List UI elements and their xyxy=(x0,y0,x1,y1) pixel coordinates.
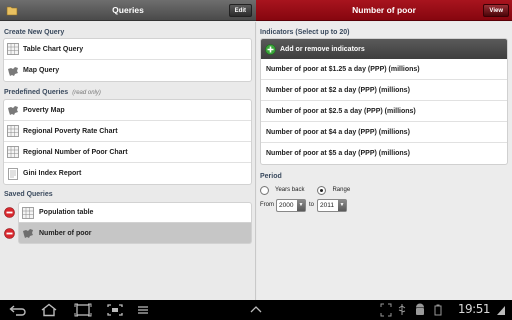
screenshot-icon[interactable] xyxy=(106,303,124,317)
indicators-header: Indicators (Select up to 20) xyxy=(260,29,350,36)
indicators-list: Add or remove indicators Number of poor … xyxy=(260,38,508,165)
table-chart-icon xyxy=(7,146,19,158)
home-icon[interactable] xyxy=(40,303,58,317)
to-label: to xyxy=(309,202,315,208)
queries-title-bar: Queries Edit xyxy=(0,0,256,21)
range-selectors: From 2000 ▼ to 2011 ▼ xyxy=(260,198,348,212)
screenshot-notification-icon xyxy=(380,303,392,317)
wifi-signal-icon xyxy=(497,306,505,315)
item-label: Regional Number of Poor Chart xyxy=(23,148,128,156)
delete-icon[interactable] xyxy=(4,228,15,239)
map-query-item[interactable]: Map Query xyxy=(4,60,251,81)
from-year-select[interactable]: 2000 ▼ xyxy=(276,198,306,212)
poverty-map-item[interactable]: Poverty Map xyxy=(4,100,251,121)
item-label: Poverty Map xyxy=(23,106,65,114)
item-label: Number of poor xyxy=(39,229,92,237)
usb-icon xyxy=(398,304,406,315)
item-label: Population table xyxy=(39,209,94,216)
edit-button[interactable]: Edit xyxy=(228,4,252,17)
regional-number-of-poor-chart-item[interactable]: Regional Number of Poor Chart xyxy=(4,142,251,163)
map-icon xyxy=(8,66,18,76)
add-remove-indicators-button[interactable]: Add or remove indicators xyxy=(261,39,507,59)
system-nav-bar: 19:51 xyxy=(0,300,512,320)
add-indicators-label: Add or remove indicators xyxy=(280,45,365,53)
indicator-item[interactable]: Number of poor at $4 a day (PPP) (millio… xyxy=(261,122,507,143)
to-year-select[interactable]: 2011 ▼ xyxy=(317,198,348,212)
gini-index-report-item[interactable]: Gini Index Report xyxy=(4,163,251,184)
dropdown-arrow-icon: ▼ xyxy=(297,199,305,211)
range-label: Range xyxy=(332,187,351,193)
table-chart-icon xyxy=(22,206,34,219)
view-button[interactable]: View xyxy=(483,4,509,17)
create-query-group: Table Chart Query Map Query xyxy=(3,38,252,82)
indicator-item[interactable]: Number of poor at $2 a day (PPP) (millio… xyxy=(261,80,507,101)
range-radio[interactable] xyxy=(317,185,327,195)
period-header: Period xyxy=(260,173,282,180)
item-label: Map Query xyxy=(23,67,60,74)
query-detail-panel: Indicators (Select up to 20) Add or remo… xyxy=(257,22,512,300)
dropdown-arrow-icon: ▼ xyxy=(338,199,347,211)
sync-icon xyxy=(434,304,442,316)
years-back-radio[interactable] xyxy=(260,185,269,195)
indicator-item[interactable]: Number of poor at $5 a day (PPP) (millio… xyxy=(261,143,507,164)
table-chart-query-item[interactable]: Table Chart Query xyxy=(4,39,251,60)
detail-title-bar: Number of poor View xyxy=(256,0,512,21)
predefined-query-group: Poverty Map Regional Poverty Rate Chart … xyxy=(3,99,252,185)
item-label: Table Chart Query xyxy=(23,45,84,53)
saved-query-row: Population table xyxy=(0,202,253,223)
indicator-item[interactable]: Number of poor at $1.25 a day (PPP) (mil… xyxy=(261,59,507,80)
android-icon xyxy=(416,303,424,315)
number-of-poor-item[interactable]: Number of poor xyxy=(18,223,252,244)
period-options: Years back Range xyxy=(260,184,350,196)
menu-icon[interactable] xyxy=(136,303,150,317)
clock: 19:51 xyxy=(457,302,491,316)
predefined-queries-header: Predefined Queries (read only) xyxy=(4,89,101,96)
map-icon xyxy=(23,229,33,238)
detail-title: Number of poor xyxy=(352,5,416,15)
from-label: From xyxy=(260,202,274,208)
indicator-item[interactable]: Number of poor at $2.5 a day (PPP) (mill… xyxy=(261,101,507,122)
to-year-value: 2011 xyxy=(320,201,334,209)
queries-title: Queries xyxy=(112,5,144,15)
table-chart-icon xyxy=(7,43,19,55)
saved-queries-header: Saved Queries xyxy=(4,191,53,198)
population-table-item[interactable]: Population table xyxy=(18,202,252,223)
queries-panel: Create New Query Table Chart Query Map Q… xyxy=(0,22,256,300)
add-icon xyxy=(265,43,276,55)
map-icon xyxy=(8,106,18,115)
recent-apps-icon[interactable] xyxy=(74,303,92,317)
saved-query-row: Number of poor xyxy=(0,223,253,244)
read-only-note: (read only) xyxy=(72,90,101,96)
years-back-label: Years back xyxy=(275,187,305,193)
report-icon xyxy=(8,167,18,180)
regional-poverty-rate-chart-item[interactable]: Regional Poverty Rate Chart xyxy=(4,121,251,142)
delete-icon[interactable] xyxy=(4,207,15,218)
table-chart-icon xyxy=(7,125,19,137)
item-label: Regional Poverty Rate Chart xyxy=(23,127,118,135)
chevron-up-icon[interactable] xyxy=(248,303,264,317)
item-label: Gini Index Report xyxy=(23,170,82,177)
create-new-query-header: Create New Query xyxy=(4,29,65,36)
back-icon[interactable] xyxy=(8,303,28,317)
from-year-value: 2000 xyxy=(279,201,294,209)
